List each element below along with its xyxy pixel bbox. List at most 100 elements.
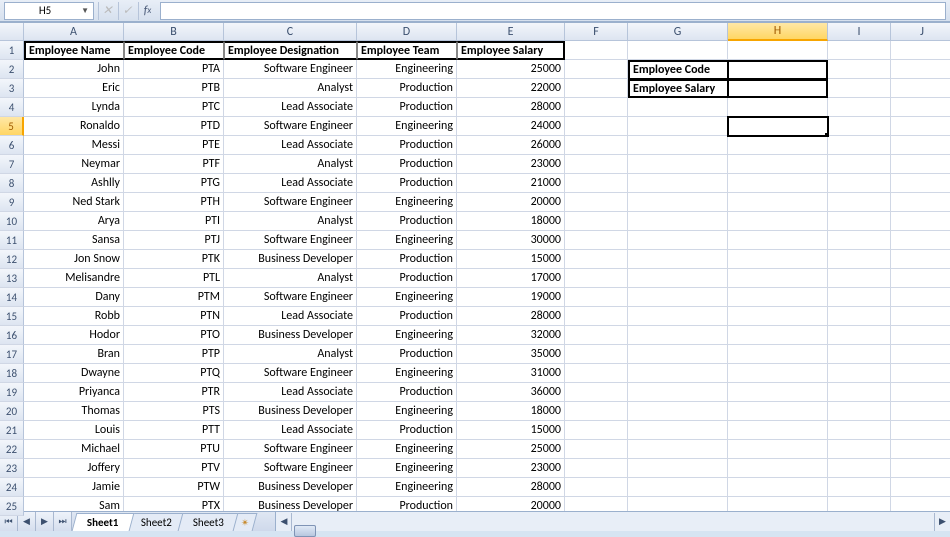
cell-A17[interactable]: Bran bbox=[24, 345, 124, 364]
cell-J1[interactable] bbox=[891, 41, 950, 60]
cell-I10[interactable] bbox=[828, 212, 891, 231]
cell-J11[interactable] bbox=[891, 231, 950, 250]
cell-E13[interactable]: 17000 bbox=[457, 269, 565, 288]
cell-E18[interactable]: 31000 bbox=[457, 364, 565, 383]
cell-B4[interactable]: PTC bbox=[124, 98, 224, 117]
cell-F7[interactable] bbox=[565, 155, 628, 174]
cell-E16[interactable]: 32000 bbox=[457, 326, 565, 345]
row-header-17[interactable]: 17 bbox=[0, 345, 24, 364]
cell-D2[interactable]: Engineering bbox=[357, 60, 457, 79]
cell-J8[interactable] bbox=[891, 174, 950, 193]
cell-A16[interactable]: Hodor bbox=[24, 326, 124, 345]
cell-D15[interactable]: Production bbox=[357, 307, 457, 326]
row-header-15[interactable]: 15 bbox=[0, 307, 24, 326]
cell-G8[interactable] bbox=[628, 174, 728, 193]
cell-H22[interactable] bbox=[728, 440, 828, 459]
cell-H17[interactable] bbox=[728, 345, 828, 364]
cell-I24[interactable] bbox=[828, 478, 891, 497]
cell-J9[interactable] bbox=[891, 193, 950, 212]
cell-A12[interactable]: Jon Snow bbox=[24, 250, 124, 269]
select-all-corner[interactable] bbox=[0, 23, 24, 41]
cell-B22[interactable]: PTU bbox=[124, 440, 224, 459]
tab-nav-last[interactable]: ⏭ bbox=[54, 512, 72, 531]
cell-I18[interactable] bbox=[828, 364, 891, 383]
cell-H10[interactable] bbox=[728, 212, 828, 231]
cell-E4[interactable]: 28000 bbox=[457, 98, 565, 117]
cell-C3[interactable]: Analyst bbox=[224, 79, 357, 98]
cell-J24[interactable] bbox=[891, 478, 950, 497]
col-header-I[interactable]: I bbox=[828, 23, 891, 41]
row-header-7[interactable]: 7 bbox=[0, 155, 24, 174]
cell-D18[interactable]: Engineering bbox=[357, 364, 457, 383]
cell-G15[interactable] bbox=[628, 307, 728, 326]
col-header-F[interactable]: F bbox=[565, 23, 628, 41]
cell-H5[interactable] bbox=[728, 117, 828, 136]
cell-G10[interactable] bbox=[628, 212, 728, 231]
cell-H20[interactable] bbox=[728, 402, 828, 421]
cell-C24[interactable]: Business Developer bbox=[224, 478, 357, 497]
cell-D4[interactable]: Production bbox=[357, 98, 457, 117]
cell-H18[interactable] bbox=[728, 364, 828, 383]
cell-E22[interactable]: 25000 bbox=[457, 440, 565, 459]
cell-C8[interactable]: Lead Associate bbox=[224, 174, 357, 193]
cell-D22[interactable]: Engineering bbox=[357, 440, 457, 459]
cell-E23[interactable]: 23000 bbox=[457, 459, 565, 478]
cell-B21[interactable]: PTT bbox=[124, 421, 224, 440]
cell-G6[interactable] bbox=[628, 136, 728, 155]
cell-I3[interactable] bbox=[828, 79, 891, 98]
cell-E6[interactable]: 26000 bbox=[457, 136, 565, 155]
cell-J16[interactable] bbox=[891, 326, 950, 345]
cell-E19[interactable]: 36000 bbox=[457, 383, 565, 402]
cell-F15[interactable] bbox=[565, 307, 628, 326]
cell-I22[interactable] bbox=[828, 440, 891, 459]
cell-F5[interactable] bbox=[565, 117, 628, 136]
cell-A22[interactable]: Michael bbox=[24, 440, 124, 459]
cell-D10[interactable]: Production bbox=[357, 212, 457, 231]
cell-J5[interactable] bbox=[891, 117, 950, 136]
cell-I2[interactable] bbox=[828, 60, 891, 79]
cell-A18[interactable]: Dwayne bbox=[24, 364, 124, 383]
cell-B14[interactable]: PTM bbox=[124, 288, 224, 307]
cell-H4[interactable] bbox=[728, 98, 828, 117]
row-header-4[interactable]: 4 bbox=[0, 98, 24, 117]
cell-F16[interactable] bbox=[565, 326, 628, 345]
cell-A5[interactable]: Ronaldo bbox=[24, 117, 124, 136]
cell-J18[interactable] bbox=[891, 364, 950, 383]
cell-C13[interactable]: Analyst bbox=[224, 269, 357, 288]
cell-H13[interactable] bbox=[728, 269, 828, 288]
tab-nav-next[interactable]: ▶ bbox=[36, 512, 54, 531]
cell-D17[interactable]: Production bbox=[357, 345, 457, 364]
cell-I4[interactable] bbox=[828, 98, 891, 117]
row-header-5[interactable]: 5 bbox=[0, 117, 24, 136]
cell-E8[interactable]: 21000 bbox=[457, 174, 565, 193]
cell-J21[interactable] bbox=[891, 421, 950, 440]
cell-E20[interactable]: 18000 bbox=[457, 402, 565, 421]
cell-I5[interactable] bbox=[828, 117, 891, 136]
row-header-1[interactable]: 1 bbox=[0, 41, 24, 60]
cell-H3[interactable] bbox=[728, 79, 828, 98]
cell-A3[interactable]: Eric bbox=[24, 79, 124, 98]
cell-G14[interactable] bbox=[628, 288, 728, 307]
cell-E2[interactable]: 25000 bbox=[457, 60, 565, 79]
cell-A9[interactable]: Ned Stark bbox=[24, 193, 124, 212]
row-header-19[interactable]: 19 bbox=[0, 383, 24, 402]
cell-F21[interactable] bbox=[565, 421, 628, 440]
cell-F14[interactable] bbox=[565, 288, 628, 307]
cell-J15[interactable] bbox=[891, 307, 950, 326]
cell-A1[interactable]: Employee Name bbox=[24, 41, 124, 60]
cell-C10[interactable]: Analyst bbox=[224, 212, 357, 231]
cell-B2[interactable]: PTA bbox=[124, 60, 224, 79]
cell-F23[interactable] bbox=[565, 459, 628, 478]
cell-C6[interactable]: Lead Associate bbox=[224, 136, 357, 155]
row-header-10[interactable]: 10 bbox=[0, 212, 24, 231]
cell-F8[interactable] bbox=[565, 174, 628, 193]
cell-I16[interactable] bbox=[828, 326, 891, 345]
cell-E17[interactable]: 35000 bbox=[457, 345, 565, 364]
cells-area[interactable]: Employee NameEmployee CodeEmployee Desig… bbox=[24, 41, 950, 511]
cell-C2[interactable]: Software Engineer bbox=[224, 60, 357, 79]
cell-C19[interactable]: Lead Associate bbox=[224, 383, 357, 402]
cell-E1[interactable]: Employee Salary bbox=[457, 41, 565, 60]
cell-H24[interactable] bbox=[728, 478, 828, 497]
cell-D20[interactable]: Engineering bbox=[357, 402, 457, 421]
cell-H15[interactable] bbox=[728, 307, 828, 326]
